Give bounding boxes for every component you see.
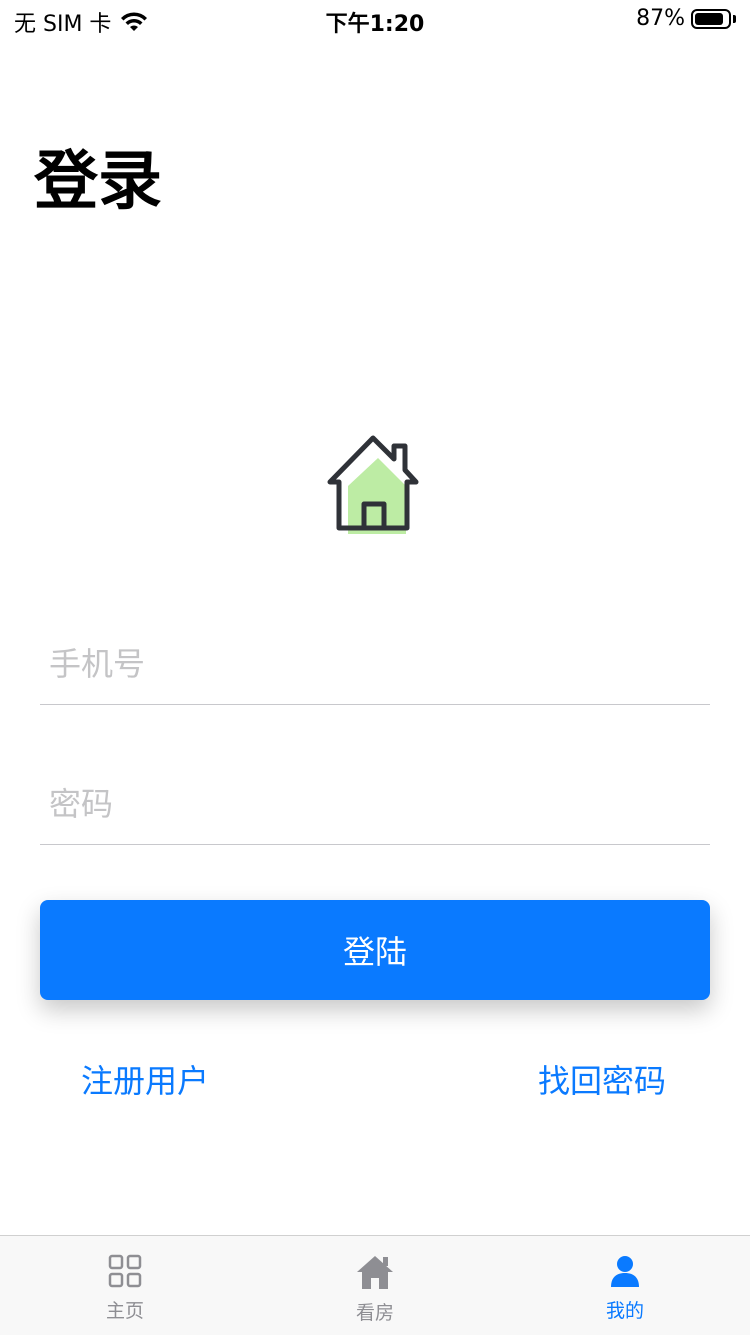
tab-house[interactable]: 看房 [250,1236,500,1335]
tab-home[interactable]: 主页 [0,1236,250,1335]
register-link[interactable]: 注册用户 [81,1056,209,1102]
tab-mine-label: 我的 [605,1300,644,1322]
battery-fill [695,12,723,25]
house-icon [357,1256,393,1289]
password-field [40,764,710,845]
password-input[interactable] [40,764,710,844]
page-title: 登录 [34,145,162,219]
phone-field [40,624,710,705]
house-logo-icon [327,435,419,534]
grid-icon [108,1254,142,1288]
phone-input[interactable] [40,624,710,704]
person-icon [611,1256,639,1287]
tab-house-label: 看房 [355,1302,394,1324]
tab-bar: 主页 看房 我的 [0,1235,750,1335]
login-button[interactable]: 登陆 [40,900,710,1000]
tab-home-label: 主页 [105,1300,144,1322]
tab-mine[interactable]: 我的 [500,1236,750,1335]
status-bar: 无 SIM 卡 下午1:20 87% [0,0,750,40]
battery-percent: 87% [636,6,685,31]
battery-cap [733,14,736,23]
forgot-password-link[interactable]: 找回密码 [538,1056,666,1102]
battery-icon [691,8,731,29]
status-right: 87% [636,6,736,31]
